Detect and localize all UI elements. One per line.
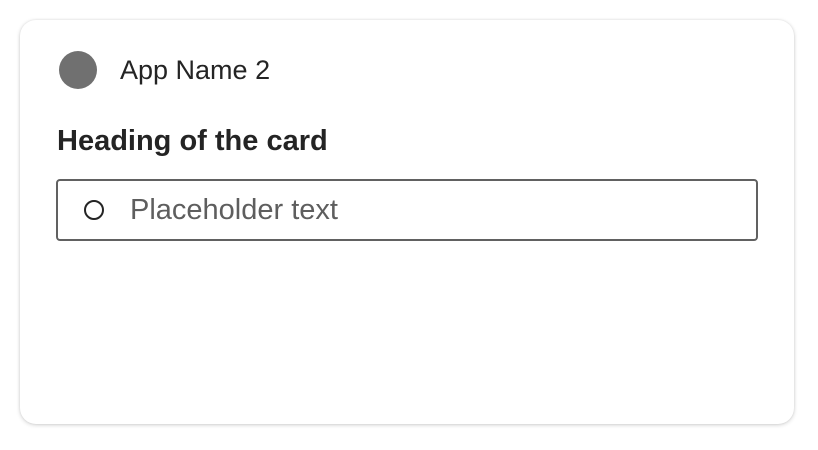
radio-circle-icon[interactable]: [84, 200, 104, 220]
app-name: App Name 2: [120, 55, 271, 85]
app-header: App Name 2: [59, 51, 270, 89]
app-avatar-icon: [59, 51, 97, 89]
text-input-container[interactable]: [56, 179, 758, 241]
text-input[interactable]: [130, 193, 730, 227]
card-heading: Heading of the card: [57, 125, 328, 157]
card: App Name 2 Heading of the card: [20, 20, 794, 424]
